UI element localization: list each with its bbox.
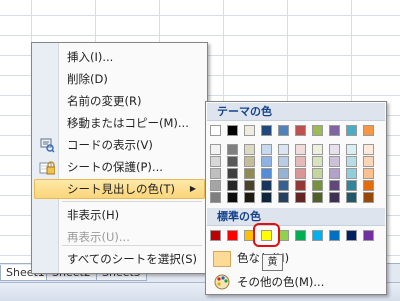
theme-shade-swatch[interactable]: [210, 144, 221, 155]
selected-swatch-highlight: [253, 223, 280, 247]
theme-shade-swatch[interactable]: [261, 156, 272, 167]
theme-shade-swatch[interactable]: [346, 156, 357, 167]
menu-item-rename[interactable]: 名前の変更(R): [34, 91, 205, 111]
theme-shade-swatch[interactable]: [278, 156, 289, 167]
theme-shade-swatch[interactable]: [295, 156, 306, 167]
more-colors-item[interactable]: その他の色(M)...: [207, 272, 385, 292]
standard-color-swatch[interactable]: [295, 230, 306, 241]
theme-shade-swatch[interactable]: [312, 144, 323, 155]
standard-color-swatch[interactable]: [329, 230, 340, 241]
menu-item-hide[interactable]: 非表示(H): [34, 205, 205, 225]
theme-color-swatch[interactable]: [261, 125, 272, 136]
theme-shade-swatch[interactable]: [227, 156, 238, 167]
tab-color-submenu: テーマの色 標準の色 色なし(N) その他の色(M)...: [205, 101, 387, 295]
theme-shade-swatch[interactable]: [227, 192, 238, 203]
theme-shade-swatch[interactable]: [329, 168, 340, 179]
theme-shade-swatch[interactable]: [363, 180, 374, 191]
standard-color-swatch[interactable]: [346, 230, 357, 241]
theme-color-swatch[interactable]: [346, 125, 357, 136]
theme-shade-swatch[interactable]: [312, 156, 323, 167]
theme-shade-swatch[interactable]: [329, 156, 340, 167]
theme-shade-swatch[interactable]: [261, 144, 272, 155]
standard-color-swatch[interactable]: [227, 230, 238, 241]
theme-shade-swatch[interactable]: [278, 168, 289, 179]
lock-icon: [39, 159, 56, 175]
theme-shade-swatch[interactable]: [244, 144, 255, 155]
theme-shade-swatch[interactable]: [261, 168, 272, 179]
theme-shade-swatch[interactable]: [261, 180, 272, 191]
menu-item-delete[interactable]: 削除(D): [34, 69, 205, 89]
theme-shade-swatch[interactable]: [346, 144, 357, 155]
submenu-arrow-icon: ▶: [189, 184, 196, 193]
theme-shade-swatch[interactable]: [312, 192, 323, 203]
theme-shade-swatch[interactable]: [312, 180, 323, 191]
menu-item-insert[interactable]: 挿入(I)...: [34, 47, 205, 67]
menu-separator: [62, 201, 202, 202]
theme-shade-swatch[interactable]: [278, 144, 289, 155]
theme-shade-swatch[interactable]: [346, 168, 357, 179]
theme-shade-swatch[interactable]: [261, 192, 272, 203]
theme-shade-swatch[interactable]: [227, 168, 238, 179]
theme-shade-swatch[interactable]: [227, 144, 238, 155]
sheet-tab-context-menu: 挿入(I)... 削除(D) 名前の変更(R) 移動またはコピー(M)... コ…: [31, 42, 208, 274]
theme-shade-swatch[interactable]: [329, 192, 340, 203]
theme-shade-swatch[interactable]: [210, 156, 221, 167]
theme-shade-swatch[interactable]: [295, 192, 306, 203]
theme-colors-header: テーマの色: [207, 103, 385, 121]
no-color-swatch: [213, 251, 231, 267]
theme-shade-swatch[interactable]: [295, 168, 306, 179]
theme-shade-swatch[interactable]: [329, 144, 340, 155]
theme-shade-swatch[interactable]: [210, 168, 221, 179]
theme-shade-swatch[interactable]: [346, 192, 357, 203]
theme-shade-swatch[interactable]: [312, 168, 323, 179]
menu-item-select-all-sheets[interactable]: すべてのシートを選択(S): [34, 249, 205, 269]
theme-shade-swatch[interactable]: [227, 180, 238, 191]
menu-item-protect-sheet[interactable]: シートの保護(P)...: [34, 157, 205, 177]
color-palette-icon: [214, 274, 230, 290]
standard-colors-header: 標準の色: [207, 208, 385, 226]
menu-item-tab-color[interactable]: シート見出しの色(T) ▶: [34, 179, 205, 199]
standard-color-swatch[interactable]: [210, 230, 221, 241]
theme-color-swatch[interactable]: [295, 125, 306, 136]
theme-shade-swatch[interactable]: [278, 180, 289, 191]
theme-color-swatch[interactable]: [278, 125, 289, 136]
color-tooltip: 黄: [262, 254, 283, 271]
theme-shade-swatch[interactable]: [244, 156, 255, 167]
theme-color-swatch[interactable]: [227, 125, 238, 136]
standard-color-swatch[interactable]: [312, 230, 323, 241]
theme-shade-swatch[interactable]: [295, 180, 306, 191]
menu-item-move-copy[interactable]: 移動またはコピー(M)...: [34, 113, 205, 133]
theme-shade-swatch[interactable]: [244, 168, 255, 179]
theme-shade-swatch[interactable]: [329, 180, 340, 191]
menu-item-unhide: 再表示(U)...: [67, 230, 130, 244]
theme-color-swatch[interactable]: [312, 125, 323, 136]
theme-shade-swatch[interactable]: [244, 180, 255, 191]
theme-color-swatch[interactable]: [363, 125, 374, 136]
theme-color-swatch[interactable]: [329, 125, 340, 136]
menu-separator: [62, 245, 202, 246]
theme-color-swatch[interactable]: [244, 125, 255, 136]
theme-shade-swatch[interactable]: [210, 192, 221, 203]
theme-shade-swatch[interactable]: [363, 192, 374, 203]
theme-color-swatch[interactable]: [210, 125, 221, 136]
theme-shade-swatch[interactable]: [363, 144, 374, 155]
theme-shade-swatch[interactable]: [363, 156, 374, 167]
theme-shade-swatch[interactable]: [346, 180, 357, 191]
theme-shade-swatch[interactable]: [244, 192, 255, 203]
theme-shade-swatch[interactable]: [295, 144, 306, 155]
no-color-item[interactable]: 色なし(N): [207, 248, 385, 268]
menu-item-view-code[interactable]: コードの表示(V): [34, 135, 205, 155]
code-view-icon: [39, 137, 55, 153]
theme-shade-swatch[interactable]: [363, 168, 374, 179]
theme-shade-swatch[interactable]: [278, 192, 289, 203]
theme-shade-swatch[interactable]: [210, 180, 221, 191]
standard-color-swatch[interactable]: [363, 230, 374, 241]
